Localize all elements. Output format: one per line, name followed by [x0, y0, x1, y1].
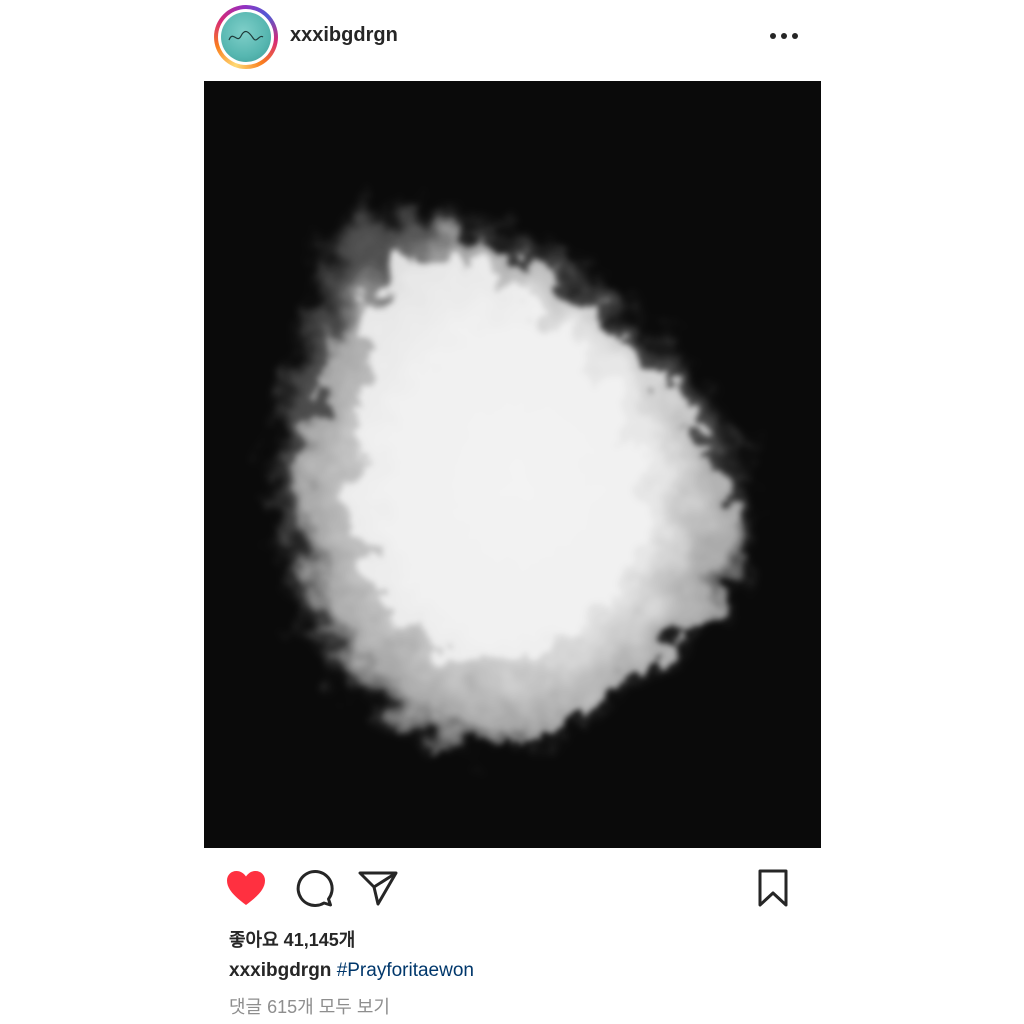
- post-action-bar: [0, 860, 1024, 916]
- avatar[interactable]: [218, 9, 274, 65]
- heart-filled-icon[interactable]: [224, 868, 268, 908]
- caption-hashtag[interactable]: #Prayforitaewon: [337, 960, 474, 981]
- more-horizontal-icon[interactable]: [766, 24, 802, 48]
- avatar-image: [221, 12, 271, 62]
- like-count[interactable]: 좋아요 41,145개: [229, 926, 355, 952]
- post-header: xxxibgdrgn: [0, 0, 1024, 78]
- post-username[interactable]: xxxibgdrgn: [290, 24, 398, 47]
- comment-icon[interactable]: [292, 868, 336, 908]
- caption-username[interactable]: xxxibgdrgn: [229, 960, 331, 981]
- view-all-comments-link[interactable]: 댓글 615개 모두 보기: [229, 993, 390, 1019]
- bookmark-icon[interactable]: [751, 868, 795, 908]
- post-image[interactable]: [204, 81, 821, 848]
- send-icon[interactable]: [356, 868, 400, 908]
- powder-cloud-image: [204, 81, 821, 848]
- post-caption: xxxibgdrgn #Prayforitaewon: [229, 960, 474, 982]
- story-ring[interactable]: [214, 5, 278, 69]
